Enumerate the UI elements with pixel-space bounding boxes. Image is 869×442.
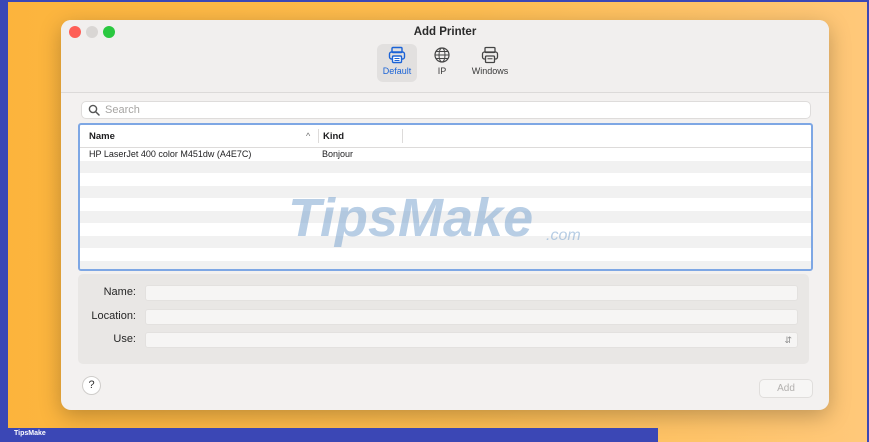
table-row[interactable]: HP LaserJet 400 color M451dw (A4E7C) Bon… (80, 148, 811, 161)
name-label: Name: (103, 286, 136, 298)
toolbar-windows-button[interactable]: Windows (467, 44, 513, 82)
toolbar-ip-button[interactable]: IP (429, 44, 455, 82)
location-field[interactable] (145, 309, 798, 325)
footer-brand: TipsMake (14, 430, 46, 437)
footer-bar (0, 428, 658, 442)
table-header: Name ^ Kind (80, 125, 811, 148)
add-button[interactable]: Add (759, 379, 813, 398)
printer-kind-cell: Bonjour (322, 149, 354, 159)
empty-row (80, 260, 811, 269)
windows-printer-icon (481, 46, 499, 64)
location-label: Location: (91, 310, 136, 322)
tipsmake-watermark: TipsMake .com (288, 188, 581, 248)
window-title: Add Printer (413, 26, 477, 38)
frame-border-left (0, 0, 8, 442)
frame-border-top (0, 0, 869, 2)
search-input[interactable] (105, 103, 795, 117)
search-field[interactable] (81, 101, 811, 119)
use-select[interactable]: ⇵ (145, 332, 798, 348)
toolbar-default-button[interactable]: Default (377, 44, 417, 82)
toolbar-windows-label: Windows (471, 66, 509, 76)
toolbar-ip-label: IP (437, 66, 447, 76)
use-label: Use: (113, 333, 136, 345)
toolbar-default-label: Default (382, 66, 412, 76)
column-divider[interactable] (318, 129, 319, 143)
name-field[interactable] (145, 285, 798, 301)
printer-icon (388, 46, 406, 64)
watermark-suffix: .com (546, 227, 581, 244)
search-icon (88, 104, 100, 116)
printer-name-cell: HP LaserJet 400 color M451dw (A4E7C) (89, 149, 252, 159)
chevron-up-down-icon: ⇵ (784, 335, 792, 345)
column-header-kind[interactable]: Kind (323, 131, 344, 142)
help-button[interactable]: ? (82, 376, 101, 395)
empty-row (80, 160, 811, 173)
sort-ascending-icon[interactable]: ^ (306, 131, 310, 141)
watermark-text: TipsMake (288, 188, 533, 248)
titlebar: Add Printer Default IP Windows (61, 20, 829, 93)
column-divider[interactable] (402, 129, 403, 143)
globe-icon (434, 47, 450, 63)
column-header-name[interactable]: Name (89, 131, 115, 142)
printer-details-form: Name: Location: Use: ⇵ (78, 274, 809, 364)
